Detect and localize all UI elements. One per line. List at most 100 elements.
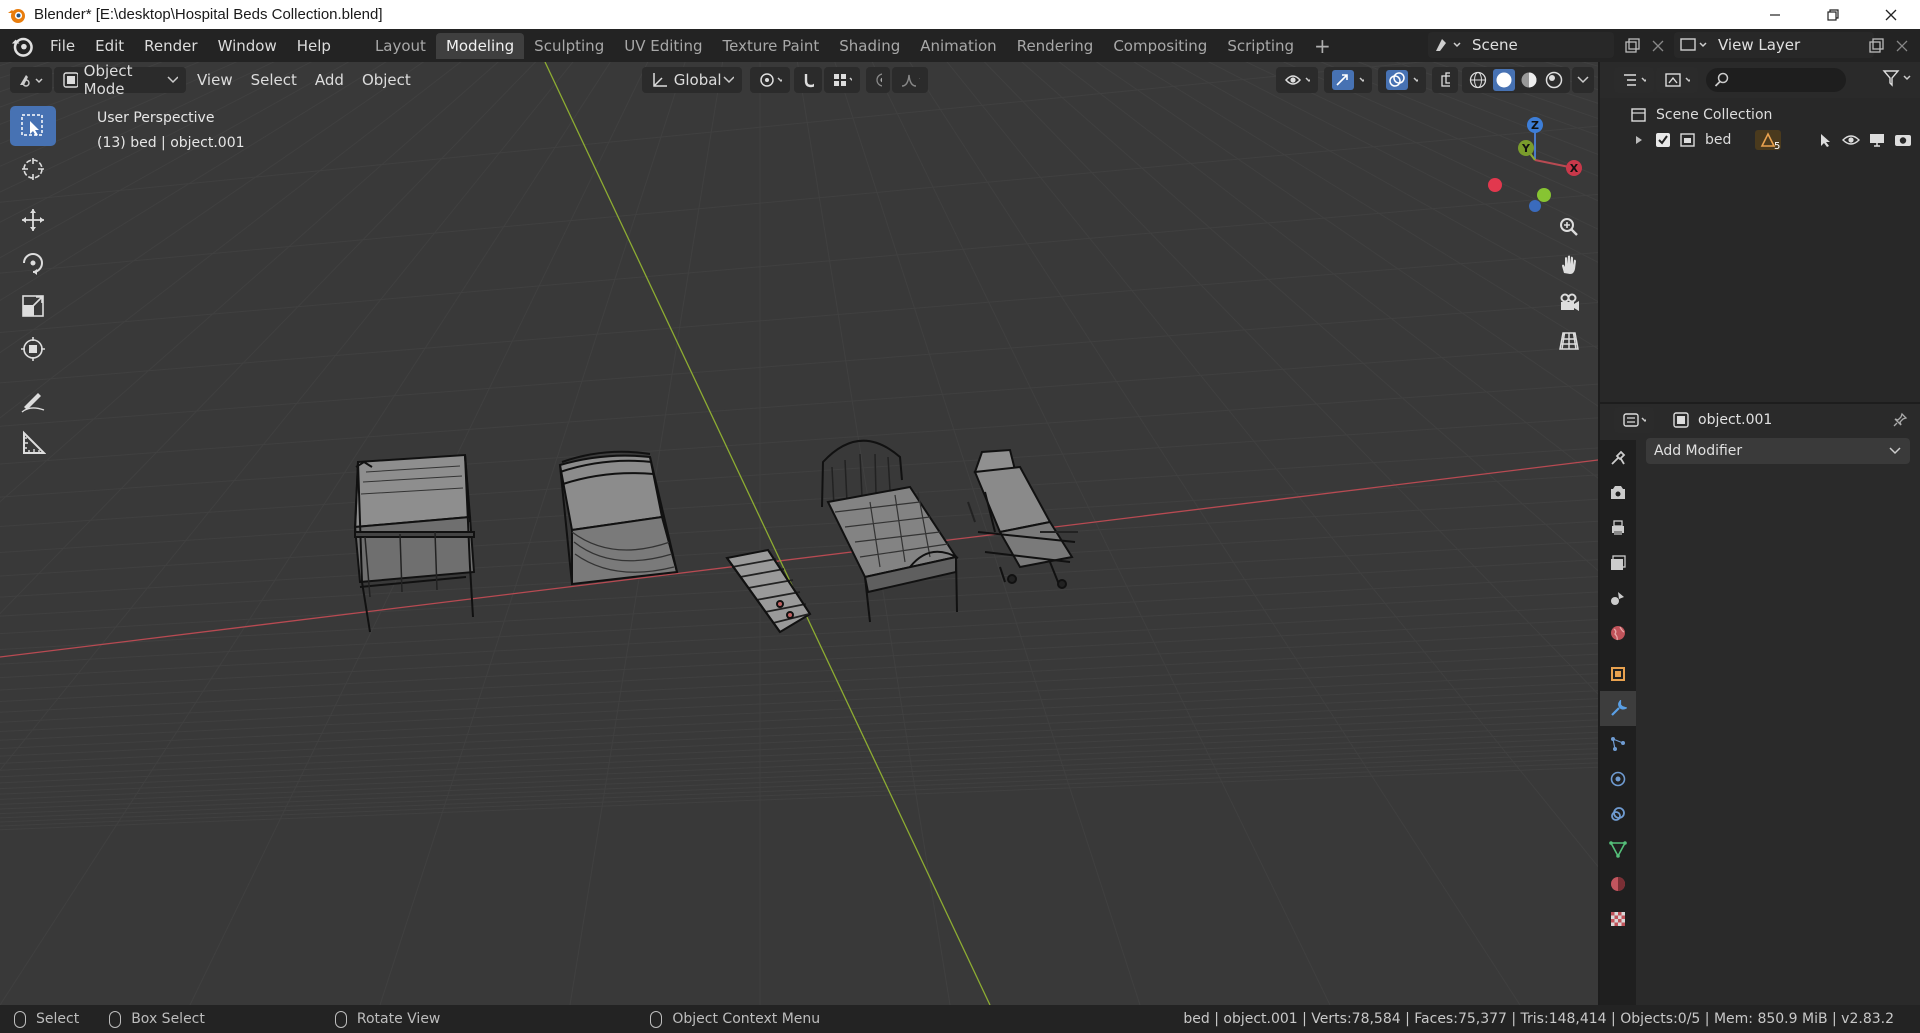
move-tool[interactable] [10, 200, 56, 240]
tab-compositing[interactable]: Compositing [1103, 33, 1217, 59]
tab-constraints[interactable] [1600, 796, 1636, 831]
tab-scene[interactable] [1600, 580, 1636, 615]
status-box-select-label: Box Select [131, 1011, 205, 1027]
scale-tool[interactable] [10, 286, 56, 326]
tab-uv-editing[interactable]: UV Editing [614, 33, 712, 59]
visibility-dropdown[interactable] [1276, 67, 1318, 93]
menu-file[interactable]: File [40, 32, 85, 60]
object-mode-dropdown[interactable]: Object Mode [54, 62, 186, 98]
tab-shading[interactable]: Shading [829, 33, 910, 59]
outliner-search-input[interactable] [1706, 68, 1846, 92]
viewport-menu-object[interactable]: Object [353, 67, 420, 93]
gizmo-toggle[interactable] [1324, 67, 1372, 93]
tab-animation[interactable]: Animation [910, 33, 1006, 59]
menu-render[interactable]: Render [134, 32, 207, 60]
overlays-toggle[interactable] [1378, 67, 1426, 93]
falloff-button[interactable] [892, 67, 928, 93]
outliner-editor-type-button[interactable] [1614, 67, 1654, 93]
tab-layout[interactable]: Layout [365, 33, 436, 59]
properties-editor-type-button[interactable] [1614, 407, 1654, 433]
transform-tool[interactable] [10, 329, 56, 369]
tab-world[interactable] [1600, 615, 1636, 650]
eye-icon[interactable] [1842, 132, 1860, 148]
delete-scene-icon[interactable] [1651, 39, 1665, 53]
cursor-tool[interactable] [10, 149, 56, 189]
delete-view-layer-icon[interactable] [1895, 39, 1909, 53]
filter-button[interactable] [1882, 69, 1914, 91]
tab-output[interactable] [1600, 510, 1636, 545]
tab-rendering[interactable]: Rendering [1007, 33, 1104, 59]
view-layer-selector[interactable]: View Layer [1674, 32, 1874, 58]
minimize-button[interactable] [1746, 0, 1804, 29]
pivot-point-button[interactable] [750, 67, 790, 93]
annotate-tool[interactable] [10, 380, 56, 420]
orientation-icon [653, 73, 667, 87]
tab-view-layer[interactable] [1600, 545, 1636, 580]
menu-window[interactable]: Window [208, 32, 287, 60]
3d-viewport[interactable]: Z X Y [0, 62, 1598, 1005]
tab-render[interactable] [1600, 475, 1636, 510]
view-layer-images-icon [1611, 554, 1626, 570]
xray-toggle[interactable] [1432, 67, 1458, 93]
tab-modeling[interactable]: Modeling [435, 32, 525, 59]
select-box-tool[interactable] [10, 106, 56, 146]
pin-icon[interactable] [1892, 412, 1908, 428]
selectable-arrow-icon[interactable] [1818, 132, 1834, 148]
rendered-shading-icon[interactable] [1544, 70, 1564, 90]
tab-physics[interactable] [1600, 761, 1636, 796]
checkbox-checked-icon[interactable] [1655, 132, 1671, 148]
bed-model-2[interactable] [558, 450, 679, 586]
viewport-menu-view[interactable]: View [188, 67, 242, 93]
new-scene-icon[interactable] [1623, 37, 1641, 55]
render-camera-icon[interactable] [1894, 132, 1912, 148]
editor-type-button[interactable] [10, 67, 52, 93]
close-button[interactable] [1862, 0, 1920, 29]
transform-orientation-dropdown[interactable]: Global [642, 67, 742, 93]
measure-tool[interactable] [10, 423, 56, 463]
zoom-button[interactable] [1552, 210, 1586, 244]
viewport-scene[interactable] [0, 62, 1598, 1005]
restore-button[interactable] [1804, 0, 1862, 29]
viewport-menu-add[interactable]: Add [306, 67, 353, 93]
snap-toggle-button[interactable] [794, 67, 822, 93]
gurney-model[interactable] [967, 448, 1078, 589]
wireframe-shading-icon[interactable] [1468, 70, 1488, 90]
tab-texture[interactable] [1600, 901, 1636, 936]
tab-material[interactable] [1600, 866, 1636, 901]
scene-collection-row[interactable]: Scene Collection [1600, 102, 1920, 127]
pan-button[interactable] [1552, 248, 1586, 282]
new-view-layer-icon[interactable] [1867, 37, 1885, 55]
viewport-menu-select[interactable]: Select [242, 67, 306, 93]
object-count-badge[interactable]: 5 [1755, 129, 1782, 152]
bed-model-4[interactable] [821, 439, 959, 623]
shading-options-dropdown[interactable] [1572, 67, 1594, 93]
outliner-item-bed[interactable]: bed 5 [1600, 127, 1920, 152]
add-workspace-button[interactable]: + [1304, 33, 1341, 59]
tab-modifiers[interactable] [1600, 691, 1636, 726]
scene-statistics: bed | object.001 | Verts:78,584 | Faces:… [1183, 1011, 1894, 1027]
scene-selector[interactable]: Scene [1428, 32, 1614, 58]
solid-shading-icon[interactable] [1492, 69, 1515, 91]
tab-scripting[interactable]: Scripting [1217, 33, 1304, 59]
snap-mode-button[interactable] [824, 67, 860, 93]
material-shading-icon[interactable] [1519, 70, 1539, 90]
proportional-edit-button[interactable] [866, 67, 890, 93]
tab-particles[interactable] [1600, 726, 1636, 761]
menu-help[interactable]: Help [287, 32, 341, 60]
rotate-tool[interactable] [10, 243, 56, 283]
tab-object[interactable] [1600, 656, 1636, 691]
tab-tool[interactable] [1600, 440, 1636, 475]
tab-object-data[interactable] [1600, 831, 1636, 866]
tab-sculpting[interactable]: Sculpting [524, 33, 614, 59]
display-mode-dropdown[interactable] [1656, 67, 1698, 93]
add-modifier-dropdown[interactable]: Add Modifier [1646, 438, 1910, 464]
monitor-icon[interactable] [1868, 132, 1886, 148]
camera-view-button[interactable] [1552, 286, 1586, 320]
axis-navigation-gizmo[interactable]: Z X Y [1475, 109, 1595, 219]
perspective-toggle-button[interactable] [1552, 324, 1586, 358]
menu-edit[interactable]: Edit [85, 32, 134, 60]
blender-menu-icon[interactable] [8, 32, 36, 60]
expand-arrow-icon[interactable] [1633, 134, 1645, 146]
grid-line [0, 62, 537, 615]
tab-texture-paint[interactable]: Texture Paint [712, 33, 829, 59]
